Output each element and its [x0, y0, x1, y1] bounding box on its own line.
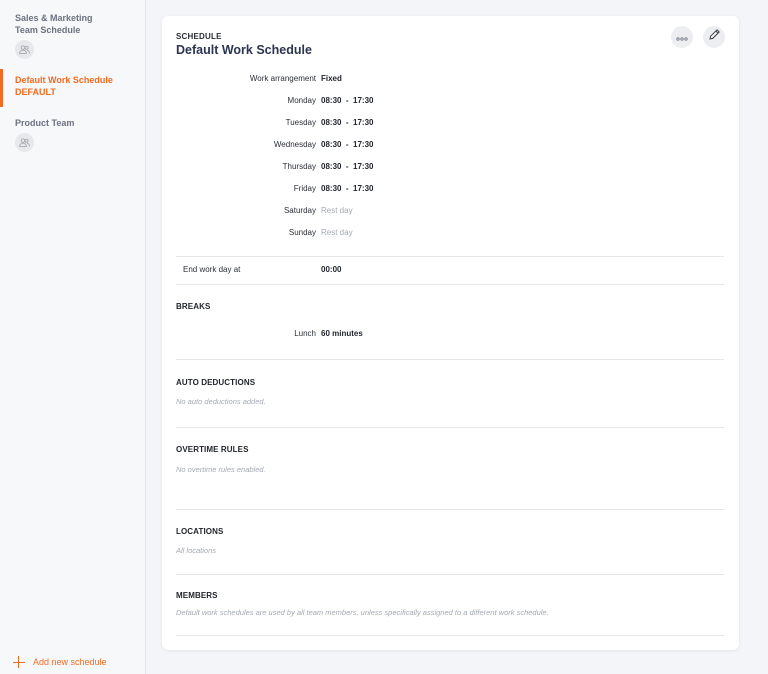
day-hours: 08:30 - 17:30 [321, 118, 374, 127]
members-heading: MEMBERS [176, 591, 218, 600]
day-label: Tuesday [285, 118, 316, 127]
overtime-heading: OVERTIME RULES [176, 445, 249, 454]
add-new-schedule-button[interactable]: Add new schedule [13, 656, 107, 668]
sidebar-item-sales-marketing[interactable]: Sales & Marketing Team Schedule [0, 12, 145, 59]
overtime-note: No overtime rules enabled. [176, 465, 266, 474]
break-name: Lunch [294, 329, 316, 338]
plus-icon [13, 656, 25, 668]
page-title: Default Work Schedule [176, 43, 312, 57]
break-duration: 60 minutes [321, 329, 363, 338]
day-label: Wednesday [273, 140, 316, 149]
day-hours: 08:30 - 17:30 [321, 96, 374, 105]
day-row: Friday 08:30 - 17:30 [162, 183, 739, 195]
day-row: Monday 08:30 - 17:30 [162, 95, 739, 107]
locations-heading: LOCATIONS [176, 527, 224, 536]
day-row: Wednesday 08:30 - 17:30 [162, 139, 739, 151]
sidebar-item-label: Default Work Schedule [15, 75, 113, 85]
day-hours: 08:30 - 17:30 [321, 162, 374, 171]
day-label: Friday [293, 184, 316, 193]
divider [176, 427, 724, 428]
day-label: Thursday [282, 162, 316, 171]
sidebar-item-product-team[interactable]: Product Team [0, 117, 145, 152]
day-row: Saturday Rest day [162, 205, 739, 217]
day-row: Thursday 08:30 - 17:30 [162, 161, 739, 173]
section-kicker: SCHEDULE [176, 32, 222, 41]
divider [176, 635, 724, 636]
add-new-schedule-label: Add new schedule [33, 657, 107, 667]
users-icon [15, 133, 34, 152]
sidebar-item-label: Product Team [15, 118, 75, 128]
pencil-icon [708, 28, 721, 46]
locations-note: All locations [176, 546, 217, 555]
day-row: Sunday Rest day [162, 227, 739, 239]
more-dots-icon [676, 28, 688, 46]
divider [176, 574, 724, 575]
day-label: Sunday [288, 228, 316, 237]
day-row: Tuesday 08:30 - 17:30 [162, 117, 739, 129]
work-arrangement-value: Fixed [321, 74, 342, 83]
break-row: Lunch 60 minutes [162, 328, 739, 340]
day-label: Monday [287, 96, 316, 105]
day-hours: 08:30 - 17:30 [321, 184, 374, 193]
work-arrangement-row: Work arrangement Fixed [162, 73, 739, 85]
day-label: Saturday [283, 206, 316, 215]
divider [176, 256, 724, 257]
day-hours: 08:30 - 17:30 [321, 140, 374, 149]
end-work-day-value: 00:00 [321, 265, 342, 274]
sidebar-item-label: Sales & Marketing Team Schedule [15, 13, 93, 35]
default-badge: DEFAULT [15, 87, 56, 97]
end-work-day-label: End work day at [183, 265, 241, 274]
day-hours: Rest day [321, 228, 353, 237]
divider [176, 509, 724, 510]
divider [176, 284, 724, 285]
work-arrangement-label: Work arrangement [249, 74, 316, 83]
schedule-card: SCHEDULE Default Work Schedule Work arra… [162, 16, 739, 650]
schedule-sidebar: Sales & Marketing Team Schedule Default … [0, 0, 146, 674]
users-icon [15, 40, 34, 59]
members-note: Default work schedules are used by all t… [176, 608, 549, 617]
auto-deductions-heading: AUTO DEDUCTIONS [176, 378, 256, 387]
day-hours: Rest day [321, 206, 353, 215]
more-options-button[interactable] [671, 26, 693, 48]
edit-schedule-button[interactable] [703, 26, 725, 48]
sidebar-item-default-work-schedule[interactable]: Default Work Schedule DEFAULT [0, 69, 145, 107]
auto-deductions-note: No auto deductions added. [176, 397, 266, 406]
breaks-heading: BREAKS [176, 302, 211, 311]
divider [176, 359, 724, 360]
